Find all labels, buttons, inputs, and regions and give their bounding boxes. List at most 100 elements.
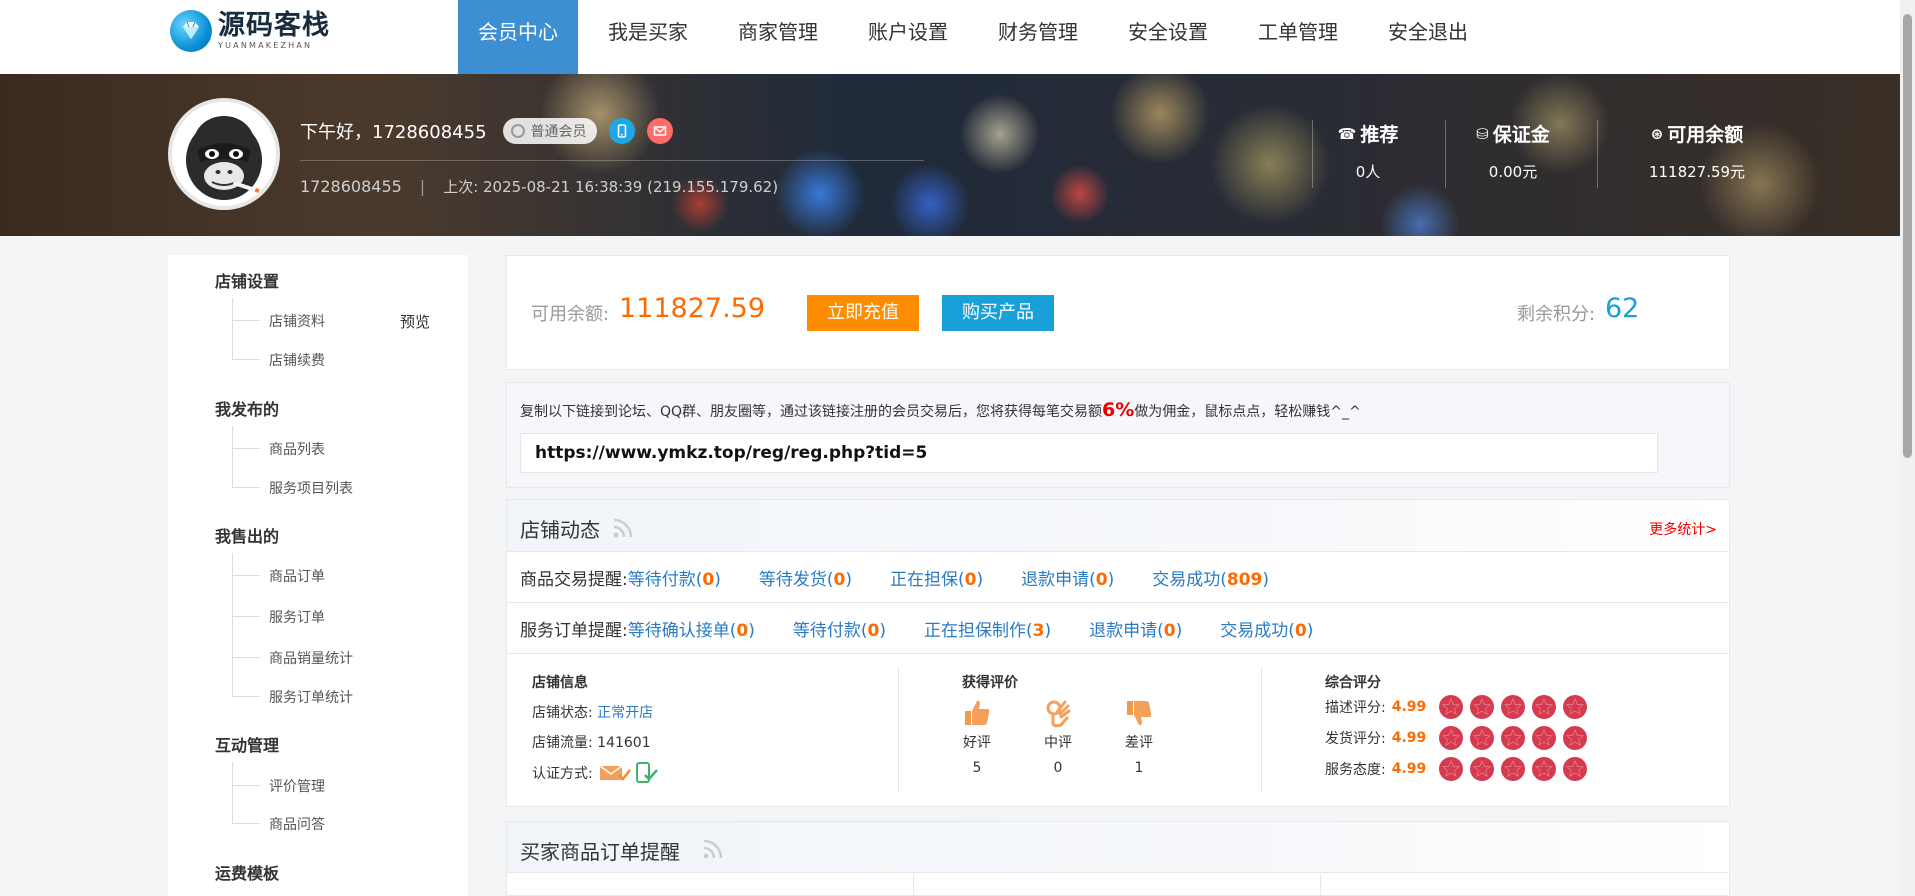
tree-branch [232,575,260,576]
goods-success-link[interactable]: 交易成功(809) [1152,565,1269,590]
service-refund-link[interactable]: 退款申请(0) [1089,616,1182,641]
points-label: 剩余积分: [1517,304,1596,325]
sidebar-group-interaction[interactable]: 互动管理 [215,732,279,756]
sidebar-item-service-list[interactable]: 服务项目列表 [269,478,353,498]
phone-certified-icon[interactable] [635,762,659,784]
sidebar-group-sold[interactable]: 我售出的 [215,523,279,547]
page-scrollbar[interactable] [1900,0,1915,896]
stat-deposit-label: 保证金 [1492,124,1550,146]
star-rating [1438,725,1593,751]
stat-divider [1597,120,1598,188]
buy-product-button[interactable]: 购买产品 [942,295,1054,331]
referral-link-field[interactable]: https://www.ymkz.top/reg/reg.php?tid=5 [520,433,1658,473]
tree-branch [232,320,260,321]
review-good[interactable]: 好评 5 [952,698,1002,776]
nav-security[interactable]: 安全设置 [1108,0,1228,74]
tree-branch [232,616,260,617]
banner-divider [300,160,924,161]
goods-trade-label: 商品交易提醒: [520,569,628,590]
last-login-info: 上次: 2025-08-21 16:38:39 (219.155.179.62) [443,178,779,196]
sidebar-group-shipping-templates[interactable]: 运费模板 [215,860,279,884]
commission-percent: 6% [1102,399,1135,421]
shop-status-value[interactable]: 正常开店 [597,705,653,721]
main-nav: 会员中心 我是买家 商家管理 账户设置 财务管理 安全设置 工单管理 安全退出 [458,0,1498,74]
balance-label: 可用余额: [531,304,610,325]
star-icon [1501,695,1526,719]
review-neutral[interactable]: 中评 0 [1033,698,1083,776]
site-logo[interactable]: 源码客栈 YUANMAKEZHAN [170,10,330,52]
service-awaiting-accept-link[interactable]: 等待确认接单(0) [628,616,755,641]
nav-logout[interactable]: 安全退出 [1368,0,1488,74]
nav-finance[interactable]: 财务管理 [978,0,1098,74]
avatar[interactable] [168,98,280,210]
sidebar-item-service-orders[interactable]: 服务订单 [269,607,325,627]
goods-refund-link[interactable]: 退款申请(0) [1021,565,1114,590]
sidebar-item-goods-list[interactable]: 商品列表 [269,439,325,459]
tree-branch [232,696,260,697]
score-service: 服务态度: 4.99 [1325,756,1593,782]
phone-icon: ☎ [1337,124,1357,143]
nav-merchant[interactable]: 商家管理 [718,0,838,74]
stat-referrals[interactable]: ☎ 推荐 0人 [1303,120,1433,182]
tree-branch [232,657,260,658]
buyer-orders-title: 买家商品订单提醒 [520,840,680,864]
service-order-reminder-row: 服务订单提醒: 等待确认接单(0) 等待付款(0) 正在担保制作(3) 退款申请… [507,603,1729,654]
sidebar-group-shop-settings[interactable]: 店铺设置 [215,268,279,292]
envelope-icon [653,126,666,136]
service-in-production-link[interactable]: 正在担保制作(3) [924,616,1051,641]
service-awaiting-payment-link[interactable]: 等待付款(0) [793,616,886,641]
stat-balance-value: 111827.59元 [1648,163,1746,181]
scrollbar-thumb[interactable] [1903,14,1912,458]
sidebar-item-reviews[interactable]: 评价管理 [269,776,325,796]
scores-title: 综合评分 [1325,675,1381,691]
service-success-link[interactable]: 交易成功(0) [1220,616,1313,641]
stat-referrals-label: 推荐 [1360,124,1399,146]
goods-awaiting-payment-link[interactable]: 等待付款(0) [628,565,721,590]
goods-in-escrow-link[interactable]: 正在担保(0) [890,565,983,590]
shop-traffic-value: 141601 [597,735,651,751]
recharge-button[interactable]: 立即充值 [807,295,919,331]
preview-link[interactable]: 预览 [400,311,430,332]
greeting-text: 下午好，1728608455 [300,122,487,143]
nav-buyer[interactable]: 我是买家 [588,0,708,74]
diamond-logo-icon [170,10,212,52]
star-icon [1532,695,1557,719]
star-icon [1470,695,1495,719]
shop-info-title: 店铺信息 [532,675,588,691]
star-icon [1563,757,1588,781]
sidebar-item-service-stats[interactable]: 服务订单统计 [269,687,353,707]
sidebar-group-published[interactable]: 我发布的 [215,396,279,420]
thumbs-up-icon [965,700,990,725]
star-icon [1532,726,1557,750]
email-certified-icon[interactable] [599,763,631,783]
tree-line [232,762,233,823]
review-neutral-count: 0 [1053,760,1063,776]
column-divider [1261,667,1262,793]
nav-account-settings[interactable]: 账户设置 [848,0,968,74]
star-icon [1439,695,1464,719]
goods-awaiting-shipment-link[interactable]: 等待发货(0) [759,565,852,590]
stat-balance[interactable]: ⊛ 可用余额 111827.59元 [1622,120,1772,182]
email-verify-button[interactable] [646,118,673,144]
sidebar-item-shop-profile[interactable]: 店铺资料 [269,311,325,331]
sidebar-item-questions[interactable]: 商品问答 [269,814,325,834]
store-dynamics-title: 店铺动态 [520,518,600,542]
sidebar-item-sales-stats[interactable]: 商品销量统计 [269,648,353,668]
thumbs-down-icon [1127,701,1152,726]
stat-divider [1445,120,1446,188]
coin-icon: ⛁ [1476,124,1489,143]
star-icon [1439,726,1464,750]
tree-line [232,298,233,359]
stat-deposit[interactable]: ⛁ 保证金 0.00元 [1448,120,1578,182]
tree-branch [232,359,260,360]
nav-member-center[interactable]: 会员中心 [458,0,578,74]
star-rating [1438,694,1593,720]
phone-verify-button[interactable] [608,118,635,144]
points-value: 62 [1605,293,1640,324]
sidebar-item-goods-orders[interactable]: 商品订单 [269,566,325,586]
more-stats-link[interactable]: 更多统计> [1649,519,1717,539]
review-bad[interactable]: 差评 1 [1114,698,1164,776]
sidebar-item-shop-renewal[interactable]: 店铺续费 [269,350,325,370]
buyer-orders-panel: 买家商品订单提醒 [506,821,1730,896]
nav-tickets[interactable]: 工单管理 [1238,0,1358,74]
